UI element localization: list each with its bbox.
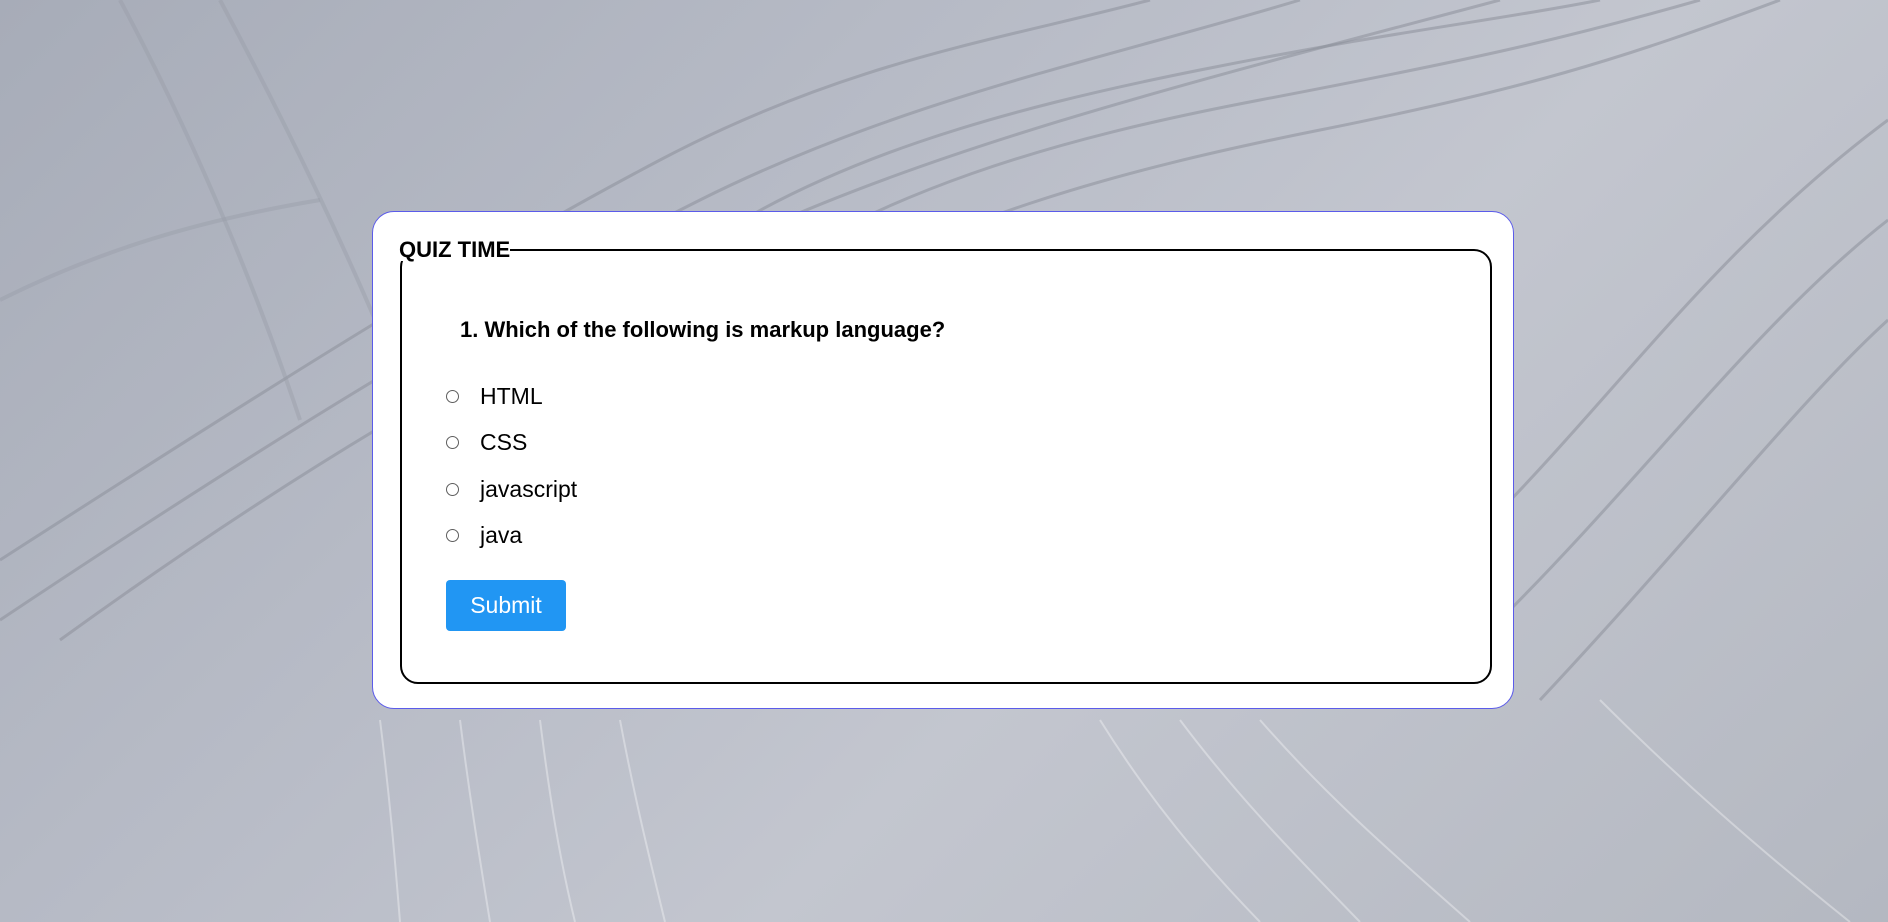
radio-button-icon[interactable] <box>446 529 459 543</box>
option-html[interactable]: HTML <box>446 373 577 420</box>
option-java[interactable]: java <box>446 513 577 560</box>
option-label: HTML <box>480 382 543 409</box>
radio-button-icon[interactable] <box>446 389 459 403</box>
option-javascript[interactable]: javascript <box>446 466 577 513</box>
answer-options: HTML CSS javascript java <box>446 373 577 559</box>
submit-button[interactable]: Submit <box>446 580 566 631</box>
option-css[interactable]: CSS <box>446 420 577 467</box>
option-label: javascript <box>480 475 578 502</box>
option-label: CSS <box>480 429 528 456</box>
option-label: java <box>480 522 523 549</box>
quiz-fieldset: QUIZ TIME 1. Which of the following is m… <box>399 237 1492 684</box>
question-text: 1. Which of the following is markup lang… <box>460 317 946 342</box>
radio-button-icon[interactable] <box>446 436 459 450</box>
quiz-card: QUIZ TIME 1. Which of the following is m… <box>372 211 1514 709</box>
quiz-legend: QUIZ TIME <box>399 237 511 262</box>
radio-button-icon[interactable] <box>446 482 459 496</box>
